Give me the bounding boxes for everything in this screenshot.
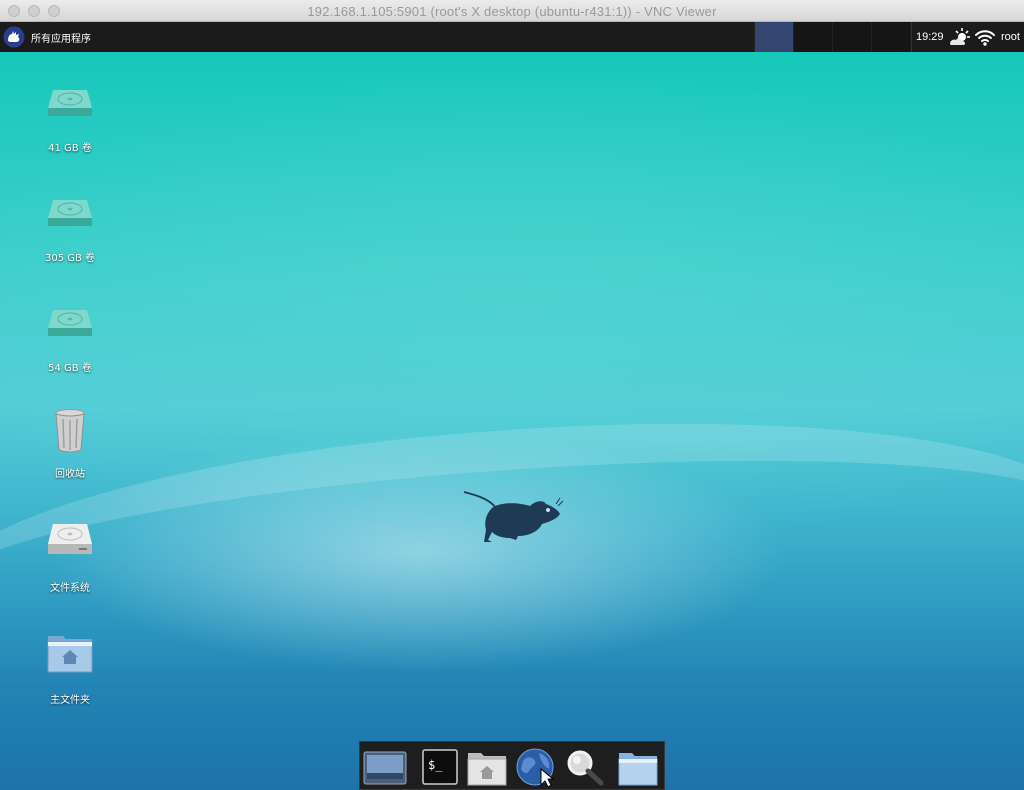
drive-icon: [48, 90, 92, 116]
desktop-icon-41gb-volume[interactable]: 41 GB 卷: [25, 80, 115, 154]
desktop-background: 41 GB 卷 305 GB 卷 54 GB 卷 回收站 文件系统 主文件夹: [0, 52, 1024, 790]
desktop-icon-home-folder[interactable]: 主文件夹: [25, 632, 115, 706]
top-panel: 所有应用程序 19:29 root: [0, 22, 1024, 52]
workspace-3[interactable]: [832, 22, 871, 52]
desktop-icon-label: 305 GB 卷: [44, 253, 96, 264]
wifi-icon[interactable]: [974, 26, 996, 48]
terminal-icon[interactable]: $_: [417, 747, 461, 787]
home-folder-icon[interactable]: [465, 747, 509, 787]
globe-icon[interactable]: [515, 747, 559, 787]
home-folder-icon: [47, 636, 93, 673]
panel-username[interactable]: root: [1001, 31, 1020, 43]
desktop-icon-label: 主文件夹: [50, 695, 90, 706]
desktop-icon-label: 41 GB 卷: [48, 143, 92, 154]
bottom-dock: $_: [359, 741, 665, 790]
filesystem-drive-icon: [48, 524, 92, 554]
desktop-icon-label: 54 GB 卷: [48, 363, 92, 374]
folder-icon[interactable]: [616, 747, 660, 787]
desktop-icon-305gb-volume[interactable]: 305 GB 卷: [25, 190, 115, 264]
workspace-2[interactable]: [793, 22, 832, 52]
trash-icon: [55, 409, 85, 453]
xfce-logo-icon: [3, 26, 25, 48]
tray-separator: [911, 22, 912, 52]
desktop-icon-label: 文件系统: [50, 583, 90, 594]
desktop-icon-filesystem[interactable]: 文件系统: [25, 520, 115, 594]
applications-menu-label: 所有应用程序: [31, 33, 91, 45]
xfce-mouse-wallpaper: [463, 491, 564, 542]
desktop-icon[interactable]: [363, 747, 407, 787]
weather-icon[interactable]: [947, 26, 973, 48]
window-title: 192.168.1.105:5901 (root's X desktop (ub…: [307, 4, 717, 19]
drive-icon: [48, 200, 92, 226]
drive-icon: [48, 310, 92, 336]
applications-menu-button[interactable]: 所有应用程序: [3, 25, 91, 49]
workspace-4[interactable]: [871, 22, 910, 52]
desktop-icon-label: 回收站: [55, 469, 85, 480]
panel-clock[interactable]: 19:29: [916, 31, 944, 43]
window-titlebar: 192.168.1.105:5901 (root's X desktop (ub…: [0, 0, 1024, 22]
workspace-1[interactable]: [754, 22, 793, 52]
desktop-icon-54gb-volume[interactable]: 54 GB 卷: [25, 300, 115, 374]
magnifier-icon[interactable]: [563, 747, 607, 787]
desktop-icon-trash[interactable]: 回收站: [25, 406, 115, 480]
wallpaper-swoosh: [0, 390, 1024, 710]
terminal-prompt-text: $_: [428, 758, 443, 772]
